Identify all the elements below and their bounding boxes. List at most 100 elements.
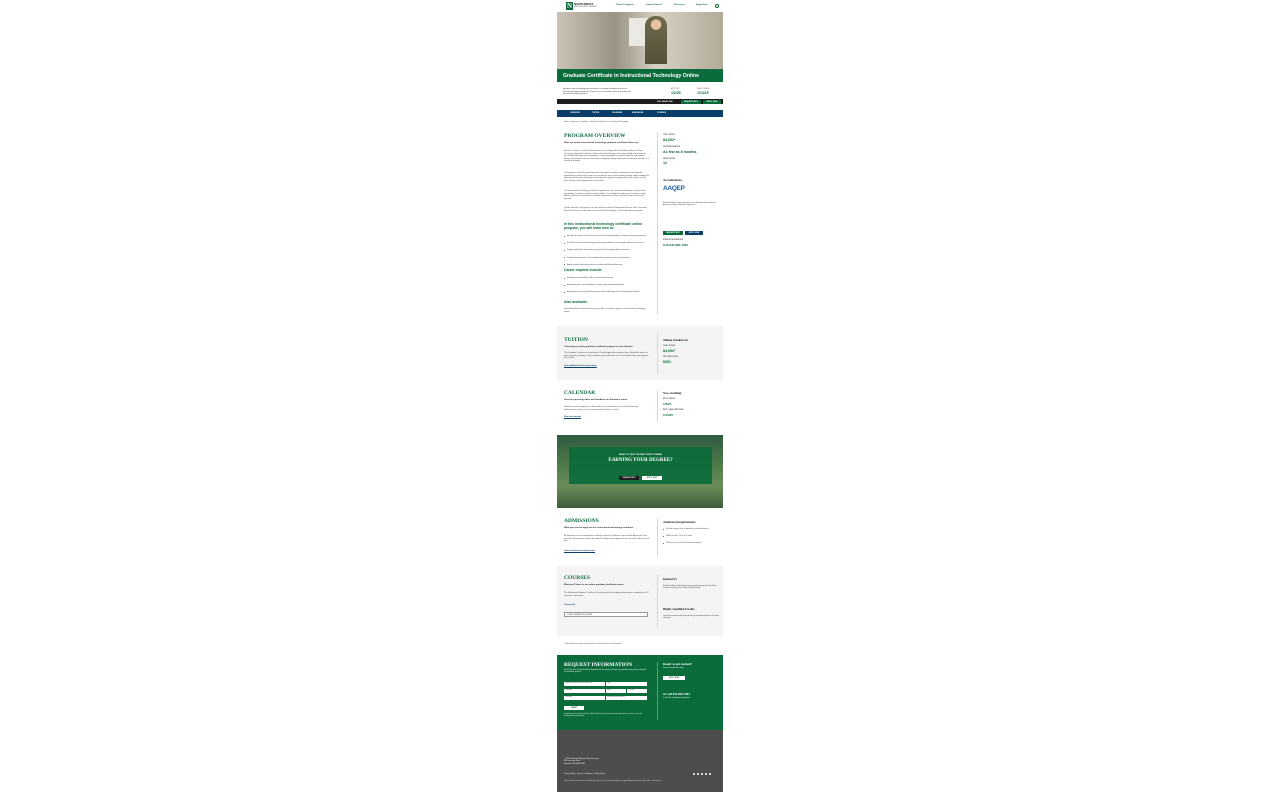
sidebar-request-info-button[interactable]: REQUEST INFO (663, 231, 683, 235)
cta-banner: READY TO TAKE THE NEXT STEPS TOWARD EARN… (557, 435, 723, 508)
tuition-heading: TUITION (564, 337, 588, 343)
speak-label: SPEAK WITH AN ADVISOR (663, 240, 684, 241)
page: N NORTHWEST MISSOURI STATE UNIVERSITY On… (557, 0, 723, 792)
divider (657, 390, 658, 422)
program-select[interactable]: Graduate Certificate in Instructional Te… (564, 682, 605, 686)
divider (657, 518, 658, 556)
logo-mark[interactable]: N (566, 2, 573, 10)
tab-tuition[interactable]: TUITION (592, 112, 599, 114)
request-apply-now-button[interactable]: APPLY NOW (663, 676, 685, 680)
hero-title-bar: Graduate Certificate in Instructional Te… (557, 69, 723, 82)
career-list: Building your leadership skills in instr… (564, 277, 650, 299)
footer-fine-print: Northwest Missouri State University is a… (564, 781, 662, 782)
youtube-icon[interactable] (709, 773, 712, 776)
divider (657, 334, 658, 374)
admissions-text: At Northwest, we are dedicated to making… (564, 535, 649, 543)
duration-label: PROGRAM DURATION (663, 147, 681, 148)
linkedin-icon[interactable] (701, 773, 704, 776)
list-item: Evaluate and select technology and learn… (564, 242, 650, 245)
tab-courses[interactable]: COURSES (657, 112, 666, 114)
list-item: Design and deliver instructional program… (564, 249, 650, 252)
faculty-text: Learn from experienced faculty who bring… (663, 615, 719, 620)
section-nav: OVERVIEW TUITION CALENDAR ADMISSIONS COU… (557, 110, 723, 117)
cta-request-info-button[interactable]: REQUEST INFO (619, 476, 639, 480)
search-icon[interactable] (715, 4, 719, 8)
list-item: Expanding your career options in trainin… (564, 284, 650, 287)
calendar-link[interactable]: View the calendar (564, 416, 581, 418)
courses-select[interactable]: CORE COURSES (12 HOURS) › (564, 612, 648, 617)
request-fine-print: By submitting this form, I agree that No… (564, 714, 642, 717)
nav-apply-now[interactable]: Apply Now (696, 4, 707, 6)
start-date-value: 1/13/25 (663, 412, 674, 417)
cta-panel: READY TO TAKE THE NEXT STEPS TOWARD EARN… (569, 447, 712, 484)
hero-instructor-image (645, 16, 667, 64)
tab-calendar[interactable]: CALENDAR (612, 112, 622, 114)
list-item: Improving your teaching effectiveness wi… (564, 291, 650, 294)
speak-phone[interactable]: Call 844-890-7084 (663, 243, 688, 247)
faculty-heading: Highly Qualified Faculty (663, 607, 695, 611)
learn-heading: In this instructional technology certifi… (564, 222, 643, 230)
accreditation-text: Northwest Missouri State University is a… (663, 202, 717, 207)
calendar-heading: CALENDAR (564, 390, 596, 396)
call-phone[interactable]: CALL 844-890-7084 (657, 101, 672, 103)
facebook-icon[interactable] (693, 773, 696, 776)
zip-field[interactable]: ZIP Code* (627, 689, 647, 693)
admissions-link[interactable]: View all admission requirements (564, 550, 595, 552)
nav-getting-started[interactable]: Getting Started (646, 4, 662, 6)
list-item: Building your leadership skills in instr… (564, 277, 650, 280)
total-tuition-label: TOTAL TUITION (663, 135, 675, 136)
nav-resources[interactable]: Resources (674, 4, 685, 6)
tuition-link[interactable]: View additional tuition information (564, 365, 597, 367)
hero: Graduate Certificate in Instructional Te… (557, 12, 723, 82)
request-text: Submit this form and an Enrollment Speci… (564, 669, 646, 674)
also-heading: Also available: (564, 300, 588, 304)
start-date-label: NEXT CLASS START DATE (663, 410, 684, 411)
phone-field[interactable]: Phone* (606, 689, 626, 693)
accreditations-heading: Accreditations: (663, 178, 683, 182)
ready-heading: Ready to get started? (663, 662, 692, 666)
referral-select[interactable]: How did you hear about us? (606, 696, 647, 700)
last-name-field[interactable]: Last Name* (564, 696, 605, 700)
tab-overview[interactable]: OVERVIEW (570, 112, 580, 114)
per-credit-value: $391 (663, 359, 671, 364)
tab-admissions[interactable]: ADMISSIONS (632, 112, 643, 114)
call-heading[interactable]: Or call 844-890-7084 (663, 692, 690, 696)
logo-subtitle: MISSOURI STATE UNIVERSITY (574, 6, 598, 8)
submit-button[interactable]: SUBMIT (564, 706, 584, 710)
first-name-field[interactable]: First Name* (564, 689, 605, 693)
courses-select-label: Courses (4) (564, 604, 576, 606)
cta-apply-now-button[interactable]: APPLY NOW (642, 476, 662, 480)
apply-by-date: 1/2/25 (671, 90, 681, 95)
courses-text: The Northwest Graduate Certificate in In… (564, 592, 649, 597)
instagram-icon[interactable] (705, 773, 708, 776)
hero-title: Graduate Certificate in Instructional Te… (563, 73, 699, 79)
site-footer: © 2024 Northwest Missouri State Universi… (557, 730, 723, 792)
overview-paragraph-2: This program is ideal for professionals … (564, 172, 650, 182)
footer-address: © 2024 Northwest Missouri State Universi… (564, 758, 599, 765)
per-credit-label: PER CREDIT HOUR (663, 357, 678, 358)
apply-now-button[interactable]: APPLY NOW (703, 99, 721, 104)
overview-paragraph-3: The instructional technology certificate… (564, 190, 646, 200)
request-info-button[interactable]: REQUEST INFO (681, 99, 701, 104)
intro-text: Integrate new technology into instructio… (563, 88, 631, 96)
tuition-subheading: Choosing our online graduate certificate… (564, 346, 633, 348)
duration-value: As few as 8 months (663, 150, 697, 154)
tuition-breakdown-heading: Tuition breakdown: (663, 338, 689, 342)
calendar-subheading: View the upcoming dates and deadlines fo… (564, 399, 628, 401)
x-icon[interactable] (697, 773, 700, 776)
career-heading: Career impacts include: (564, 268, 603, 272)
courses-subheading: What you'll learn in our online graduate… (564, 584, 624, 586)
chevron-down-icon: › (644, 614, 645, 616)
request-heading: REQUEST INFORMATION (564, 662, 633, 668)
footer-links[interactable]: Privacy Policy | Terms & Conditions | Co… (564, 773, 605, 775)
also-text: Northwest Missouri State University also… (564, 308, 646, 313)
email-field[interactable]: Email* (606, 682, 647, 686)
breadcrumb[interactable]: Home > Programs > Graduate > Graduate Ce… (564, 121, 628, 123)
admissions-heading: ADMISSIONS (564, 518, 599, 524)
overview-heading: PROGRAM OVERVIEW (564, 133, 626, 139)
learn-list: Identify concepts and practices used in … (564, 235, 650, 271)
ranked-text: Northwest Missouri State University was … (663, 585, 717, 590)
sidebar-apply-now-button[interactable]: APPLY NOW (685, 231, 703, 235)
nav-online-programs[interactable]: Online Programs (616, 4, 634, 6)
credit-value: 12 (663, 161, 667, 165)
